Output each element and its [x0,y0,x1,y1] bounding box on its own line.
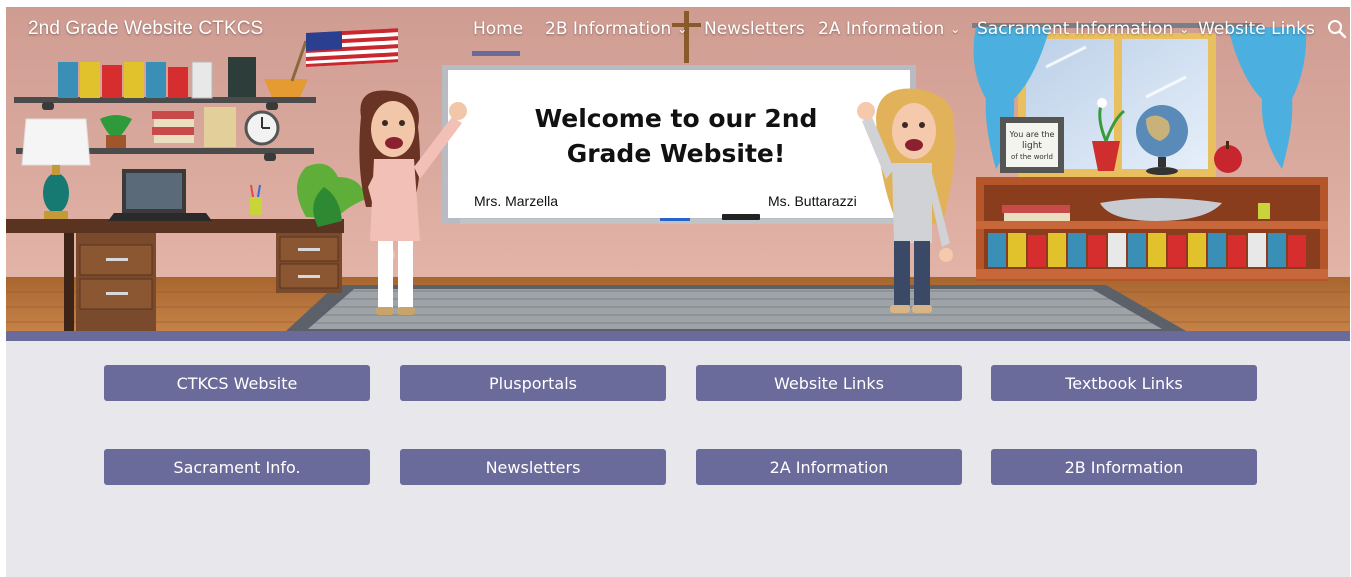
sign-text-line3: of the world [1011,153,1053,161]
page: You are the light of the world Welcome t… [6,7,1350,577]
2b-information-button[interactable]: 2B Information [991,449,1257,485]
nav-item-label: Home [473,19,524,39]
chevron-down-icon[interactable]: ⌄ [950,22,960,36]
nav-item-label: Website Links [1198,19,1315,39]
search-icon[interactable] [1327,19,1347,39]
website-links-button[interactable]: Website Links [696,365,962,401]
bookcase [976,177,1328,281]
nav-item-website-links[interactable]: Website Links [1198,19,1315,39]
ctkcs-website-button[interactable]: CTKCS Website [104,365,370,401]
nav-item-newsletters[interactable]: Newsletters [704,19,805,39]
framed-sign: You are the light of the world [1000,117,1064,173]
board-heading-line2: Grade Website! [566,139,786,168]
sacrament-info-button[interactable]: Sacrament Info. [104,449,370,485]
nav-item-home[interactable]: Home [473,19,523,39]
2a-information-button[interactable]: 2A Information [696,449,962,485]
hero-banner: You are the light of the world Welcome t… [6,7,1350,331]
chevron-down-icon[interactable]: ⌄ [1179,22,1189,36]
nav-item-label: Sacrament Information [977,19,1174,39]
board-heading-line1: Welcome to our 2nd [534,104,818,133]
nav-active-indicator [472,51,520,56]
nav-item-2b-information[interactable]: 2B Information ⌄ [545,19,687,39]
teacher-right-name: Ms. Buttarazzi [768,193,857,209]
board-heading: Welcome to our 2nd Grade Website! [476,101,876,171]
sign-text-line2: light [1022,141,1042,151]
site-title[interactable]: 2nd Grade Website CTKCS [28,18,263,40]
newsletters-button[interactable]: Newsletters [400,449,666,485]
nav-item-label: 2B Information [545,19,672,39]
teacher-left-name: Mrs. Marzella [474,193,559,209]
nav-item-label: Newsletters [704,19,805,39]
nav-item-label: 2A Information [818,19,945,39]
textbook-links-button[interactable]: Textbook Links [991,365,1257,401]
chevron-down-icon[interactable]: ⌄ [677,22,687,36]
plusportals-button[interactable]: Plusportals [400,365,666,401]
sign-text-line1: You are the [1009,130,1055,139]
nav-item-2a-information[interactable]: 2A Information ⌄ [818,19,960,39]
nav-item-sacrament-information[interactable]: Sacrament Information ⌄ [977,19,1189,39]
hero-accent-bar [6,331,1350,341]
